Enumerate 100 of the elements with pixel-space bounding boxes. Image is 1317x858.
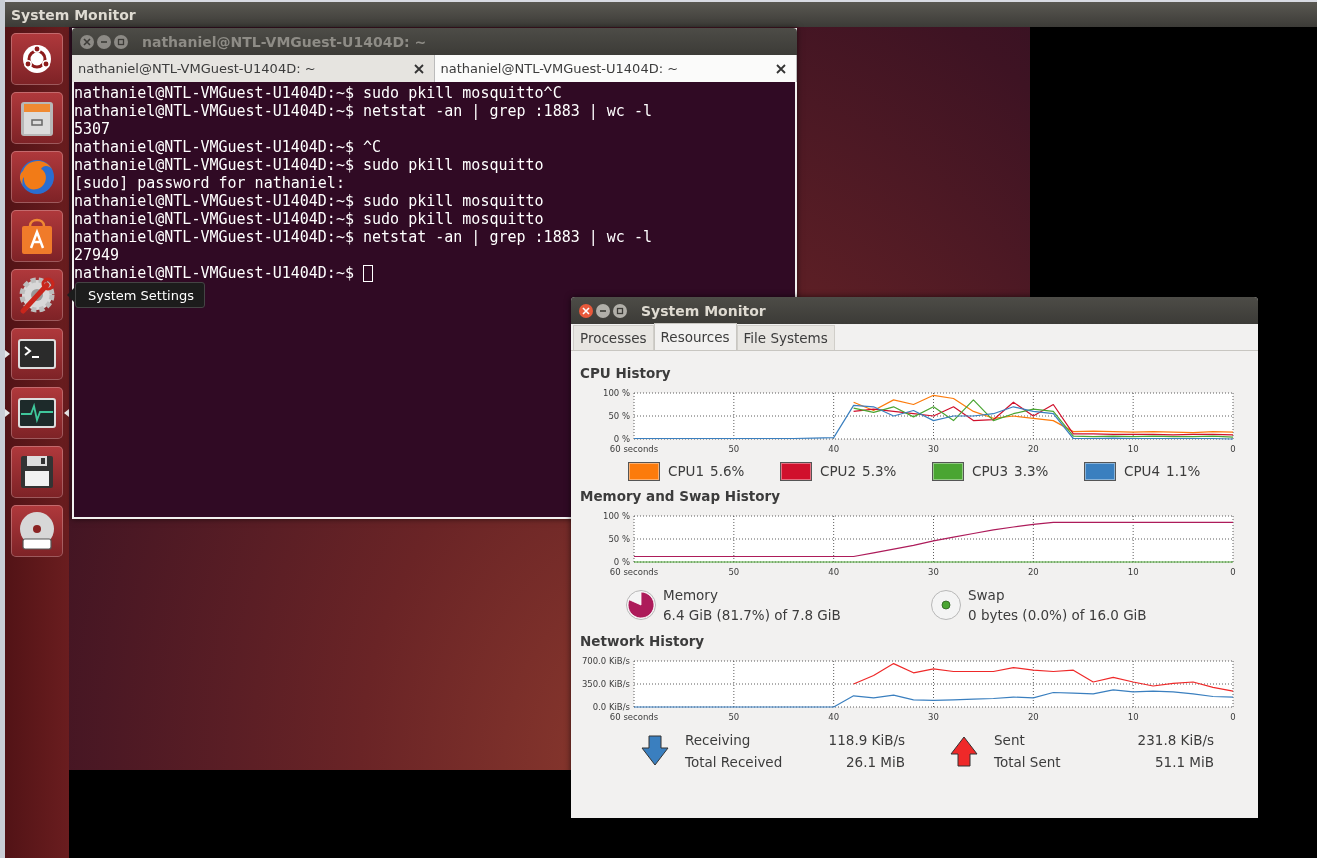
- close-icon: [776, 63, 786, 74]
- section-title: Memory and Swap History: [580, 488, 781, 506]
- terminal-line: nathaniel@NTL-VMGuest-U1404D:~$ sudo pkill mosquitto: [74, 156, 544, 174]
- tab[interactable]: File Systems: [736, 325, 835, 350]
- maximize-icon: [616, 306, 624, 315]
- launcher-button[interactable]: [11, 92, 63, 144]
- axis-label: 10: [1127, 712, 1139, 722]
- axis-label: 50 %: [608, 411, 630, 421]
- window-title: System Monitor: [10, 6, 136, 23]
- tooltip: System Settings: [67, 282, 205, 308]
- launcher-button[interactable]: [11, 269, 63, 321]
- cpu-reading: 1.1%: [1166, 463, 1201, 479]
- minimize-button[interactable]: [97, 34, 111, 49]
- axis-label: 40: [828, 444, 840, 454]
- stat-label: Total Sent: [994, 754, 1062, 770]
- axis-label: 50: [728, 712, 740, 722]
- axis-label: 10: [1127, 444, 1139, 454]
- stat-value: 51.1 MiB: [1154, 754, 1214, 770]
- axis-label: 60 seconds: [609, 567, 659, 577]
- stat-value: 231.8 KiB/s: [1136, 732, 1214, 748]
- axis-label: 0 %: [613, 557, 630, 567]
- axis-label: 60 seconds: [609, 712, 659, 722]
- close-icon: [83, 37, 91, 46]
- axis-label: 20: [1027, 444, 1039, 454]
- tab[interactable]: Processes: [573, 325, 654, 350]
- legend-label: CPU4: [1124, 463, 1161, 479]
- window-title: System Monitor: [641, 302, 766, 319]
- terminal-line: 27949: [74, 246, 120, 264]
- terminal-line: nathaniel@NTL-VMGuest-U1404D:~$ netstat -an | grep :1883 | wc -l: [74, 102, 652, 120]
- axis-label: 40: [828, 712, 840, 722]
- color-swatch[interactable]: [628, 461, 660, 481]
- legend-label: CPU3: [972, 463, 1009, 479]
- axis-label: 20: [1027, 712, 1039, 722]
- axis-label: 0: [1230, 567, 1236, 577]
- axis-label: 0.0 KiB/s: [592, 702, 630, 712]
- upload-arrow-icon: [949, 734, 979, 768]
- axis-label: 700.0 KiB/s: [581, 656, 630, 666]
- axis-label: 0 %: [613, 434, 630, 444]
- memory-label: Swap: [968, 587, 1006, 603]
- axis-label: 10: [1127, 567, 1139, 577]
- cpu-reading: 5.3%: [862, 463, 897, 479]
- memory-label: Memory: [663, 587, 719, 603]
- terminal-tab[interactable]: nathaniel@NTL-VMGuest-U1404D: ~: [434, 55, 797, 82]
- section-title: Network History: [580, 633, 706, 651]
- text-cursor: [363, 264, 373, 282]
- launcher-button[interactable]: [11, 33, 63, 85]
- axis-label: 40: [828, 567, 840, 577]
- axis-label: 350.0 KiB/s: [581, 679, 630, 689]
- axis-label: 0: [1230, 712, 1236, 722]
- stat-value: 118.9 KiB/s: [827, 732, 905, 748]
- stat-label: Receiving: [685, 732, 752, 748]
- legend-label: CPU1: [668, 463, 705, 479]
- color-swatch[interactable]: [780, 461, 812, 481]
- terminal-line: nathaniel@NTL-VMGuest-U1404D:~$ ^C: [74, 138, 382, 156]
- axis-label: 30: [928, 712, 939, 722]
- terminal-line: nathaniel@NTL-VMGuest-U1404D:~$ sudo pkill mosquitto^C: [74, 84, 562, 102]
- terminal-line: nathaniel@NTL-VMGuest-U1404D:~$ netstat -an | grep :1883 | wc -l: [74, 228, 652, 246]
- terminal-tab[interactable]: nathaniel@NTL-VMGuest-U1404D: ~: [72, 55, 435, 82]
- axis-label: 0: [1230, 444, 1236, 454]
- cpu-reading: 3.3%: [1014, 463, 1049, 479]
- window-title: nathaniel@NTL-VMGuest-U1404D: ~: [142, 33, 427, 50]
- maximize-icon: [117, 37, 125, 46]
- cpu-reading: 5.6%: [710, 463, 745, 479]
- stat-value: 26.1 MiB: [845, 754, 905, 770]
- usage-pie-icon: [930, 589, 962, 621]
- axis-label: 50: [728, 567, 740, 577]
- terminal-line: nathaniel@NTL-VMGuest-U1404D:~$: [74, 264, 355, 282]
- launcher-button[interactable]: [11, 328, 63, 380]
- download-arrow-icon: [640, 734, 670, 768]
- terminal-line: nathaniel@NTL-VMGuest-U1404D:~$ sudo pkill mosquitto: [74, 192, 544, 210]
- stat-label: Sent: [994, 732, 1026, 748]
- axis-label: 30: [928, 444, 939, 454]
- minimize-button[interactable]: [596, 303, 610, 318]
- stat-label: Total Received: [685, 754, 784, 770]
- color-swatch[interactable]: [932, 461, 964, 481]
- axis-label: 20: [1027, 567, 1039, 577]
- axis-label: 60 seconds: [609, 444, 659, 454]
- memory-detail: 6.4 GiB (81.7%) of 7.8 GiB: [663, 607, 841, 623]
- color-swatch[interactable]: [1084, 461, 1116, 481]
- terminal-line: [sudo] password for nathaniel:: [74, 174, 345, 192]
- usage-pie-icon: [625, 589, 657, 621]
- axis-label: 30: [928, 567, 939, 577]
- memory-detail: 0 bytes (0.0%) of 16.0 GiB: [968, 607, 1147, 623]
- close-icon: [413, 63, 424, 74]
- launcher-button[interactable]: [11, 505, 63, 557]
- launcher-button[interactable]: [11, 210, 63, 262]
- section-title: CPU History: [580, 365, 672, 383]
- legend-label: CPU2: [820, 463, 857, 479]
- maximize-button[interactable]: [613, 303, 627, 318]
- launcher-button[interactable]: [11, 387, 63, 439]
- close-icon: [582, 306, 590, 315]
- close-button[interactable]: [579, 303, 593, 318]
- launcher-button[interactable]: [11, 446, 63, 498]
- terminal-line: 5307: [74, 120, 111, 138]
- axis-label: 50: [728, 444, 740, 454]
- maximize-button[interactable]: [114, 34, 128, 49]
- tab[interactable]: Resources: [653, 323, 737, 350]
- terminal-line: nathaniel@NTL-VMGuest-U1404D:~$ sudo pkill mosquitto: [74, 210, 544, 228]
- axis-label: 50 %: [608, 534, 630, 544]
- axis-label: 100 %: [603, 388, 630, 398]
